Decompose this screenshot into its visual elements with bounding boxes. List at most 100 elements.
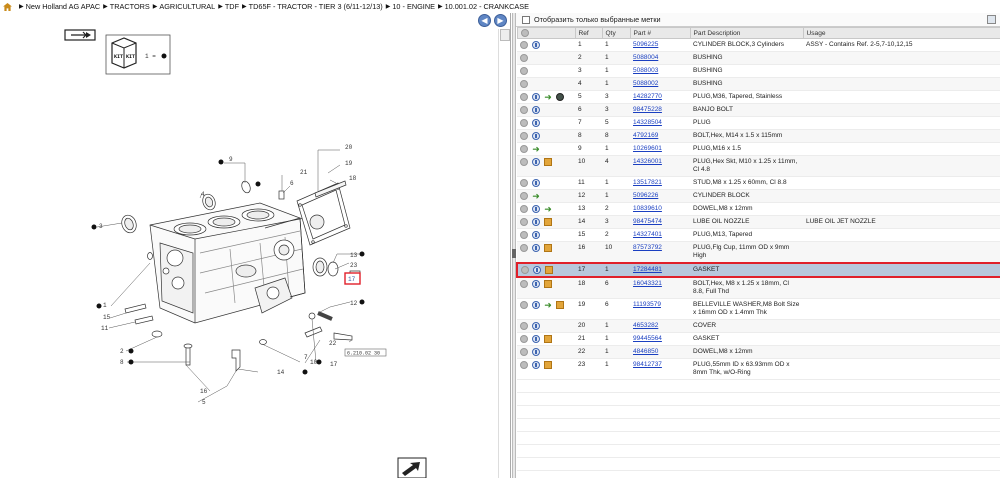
table-row[interactable]: 11 1 13517821 STUD,M8 x 1.25 x 60mm, Cl 8.8 [517,176,1000,190]
info-icon[interactable] [532,301,540,309]
cell-part-text[interactable]: 17284481 [633,266,662,273]
col-header-part[interactable]: Part # [629,27,691,39]
arrow-icon[interactable]: ➜ [532,145,540,154]
circle-icon[interactable] [520,41,528,49]
circle-icon[interactable] [520,145,528,153]
table-row[interactable]: 6 3 98475228 BANJO BOLT [517,103,1000,117]
info-icon[interactable] [532,348,540,356]
table-row[interactable]: ➜ 5 3 14282770 PLUG,M36, Tapered, Stainless [517,90,1000,104]
globe-icon[interactable] [556,93,564,101]
cell-part-text[interactable]: 4653282 [633,322,658,329]
cell-part[interactable]: 10269601 [630,142,690,156]
cell-part-text[interactable]: 87573792 [633,244,662,251]
circle-icon[interactable] [521,266,529,274]
col-header-usage[interactable]: Usage [802,27,1000,39]
table-row[interactable]: 16 10 87573792 PLUG,Flg Cup, 11mm OD x 9mm … [517,241,1000,264]
circle-icon[interactable] [520,192,528,200]
info-icon[interactable] [532,218,540,226]
cell-part[interactable]: 87573792 [630,241,690,264]
print-diagram-button[interactable] [397,457,427,478]
cell-part[interactable]: 5096225 [630,38,690,52]
info-icon[interactable] [532,231,540,239]
circle-icon[interactable] [520,301,528,309]
cell-part-text[interactable]: 14327401 [633,231,662,238]
circle-icon[interactable] [520,93,528,101]
cell-part-text[interactable]: 16043321 [633,280,662,287]
table-row[interactable]: ➜ 12 1 5096226 CYLINDER BLOCK [517,189,1000,203]
diagram-scrollbar[interactable] [498,29,510,478]
cell-part[interactable]: 14326001 [630,155,690,177]
table-row[interactable]: 23 1 98412737 PLUG,55mm ID x 63.93mm OD x 8… [517,358,1000,380]
info-icon[interactable] [532,280,540,288]
cell-part-text[interactable]: 5088004 [633,54,658,61]
table-row[interactable]: 3 1 5088003 BUSHING [517,64,1000,78]
circle-icon[interactable] [520,280,528,288]
circle-icon[interactable] [520,119,528,127]
cell-part[interactable]: 5088004 [630,51,690,65]
info-icon[interactable] [532,132,540,140]
info-icon[interactable] [532,179,540,187]
info-icon[interactable] [532,244,540,252]
show-selected-checkbox[interactable] [522,15,530,24]
arrow-icon[interactable]: ➜ [544,205,552,214]
cell-part-text[interactable]: 10269601 [633,145,662,152]
table-row[interactable]: 4 1 5088002 BUSHING [517,77,1000,91]
circle-icon[interactable] [520,244,528,252]
table-row[interactable]: 7 5 14328504 PLUG [517,116,1000,130]
cell-part-text[interactable]: 14328504 [633,119,662,126]
table-row[interactable]: 2 1 5088004 BUSHING [517,51,1000,65]
package-icon[interactable] [544,335,552,343]
cell-part-text[interactable]: 5088002 [633,80,658,87]
cell-part-text[interactable]: 98475228 [633,106,662,113]
export-icon[interactable] [987,15,996,24]
col-header-desc[interactable]: Part Description [689,27,804,39]
package-icon[interactable] [544,280,552,288]
scrollbar-thumb[interactable] [500,29,510,41]
cell-part-text[interactable]: 99445564 [633,335,662,342]
info-icon[interactable] [532,322,540,330]
cell-part[interactable]: 98475474 [630,215,690,229]
cell-part[interactable]: 4846850 [630,345,690,359]
breadcrumb-item-engine[interactable]: 10 - ENGINE [392,2,435,11]
breadcrumb-item-brand[interactable]: New Holland AG APAC [26,2,101,11]
package-icon[interactable] [556,301,564,309]
circle-icon[interactable] [520,80,528,88]
cell-part[interactable]: 11193579 [630,298,690,320]
table-row[interactable]: 20 1 4653282 COVER [517,319,1000,333]
table-row[interactable]: 14 3 98475474 LUBE OIL NOZZLE LUBE OIL JET N… [517,215,1000,229]
breadcrumb-item-tdf[interactable]: TDF [225,2,239,11]
circle-icon[interactable] [520,205,528,213]
table-row[interactable]: 18 6 16043321 BOLT,Hex, M8 x 1.25 x 18mm, C… [517,277,1000,299]
package-icon[interactable] [544,218,552,226]
cell-part[interactable]: 14328504 [630,116,690,130]
circle-icon[interactable] [520,218,528,226]
package-icon[interactable] [544,361,552,369]
arrow-icon[interactable]: ➜ [544,93,552,102]
info-icon[interactable] [532,41,540,49]
table-row[interactable]: ➜ 9 1 10269601 PLUG,M16 x 1.5 [517,142,1000,156]
cell-part-text[interactable]: 14326001 [633,158,662,165]
table-row[interactable]: ➜ 19 6 11193579 BELLEVILLE WASHER,M8 Bolt Si… [517,298,1000,320]
table-row[interactable]: 1 1 5096225 CYLINDER BLOCK,3 Cylinders ASSY … [517,38,1000,52]
arrow-icon[interactable]: ➜ [544,301,552,310]
circle-icon[interactable] [520,158,528,166]
circle-icon[interactable] [520,67,528,75]
breadcrumb-item-tractors[interactable]: TRACTORS [110,2,150,11]
cell-part-text[interactable]: 10839610 [633,205,662,212]
package-icon[interactable] [544,158,552,166]
circle-icon[interactable] [520,132,528,140]
cell-part[interactable]: 10839610 [630,202,690,216]
table-row[interactable]: 8 8 4792169 BOLT,Hex, M14 x 1.5 x 115mm [517,129,1000,143]
cell-part-text[interactable]: 98475474 [633,218,662,225]
cell-part[interactable]: 16043321 [630,277,690,299]
circle-icon[interactable] [520,322,528,330]
col-header-ref[interactable]: Ref [574,27,603,39]
circle-icon[interactable] [520,335,528,343]
cell-part-text[interactable]: 14282770 [633,93,662,100]
package-icon[interactable] [544,244,552,252]
cell-part[interactable]: 14282770 [630,90,690,104]
table-row[interactable]: 15 2 14327401 PLUG,M13, Tapered [517,228,1000,242]
cell-part-text[interactable]: 98412737 [633,361,662,368]
info-icon[interactable] [533,266,541,274]
info-icon[interactable] [532,205,540,213]
